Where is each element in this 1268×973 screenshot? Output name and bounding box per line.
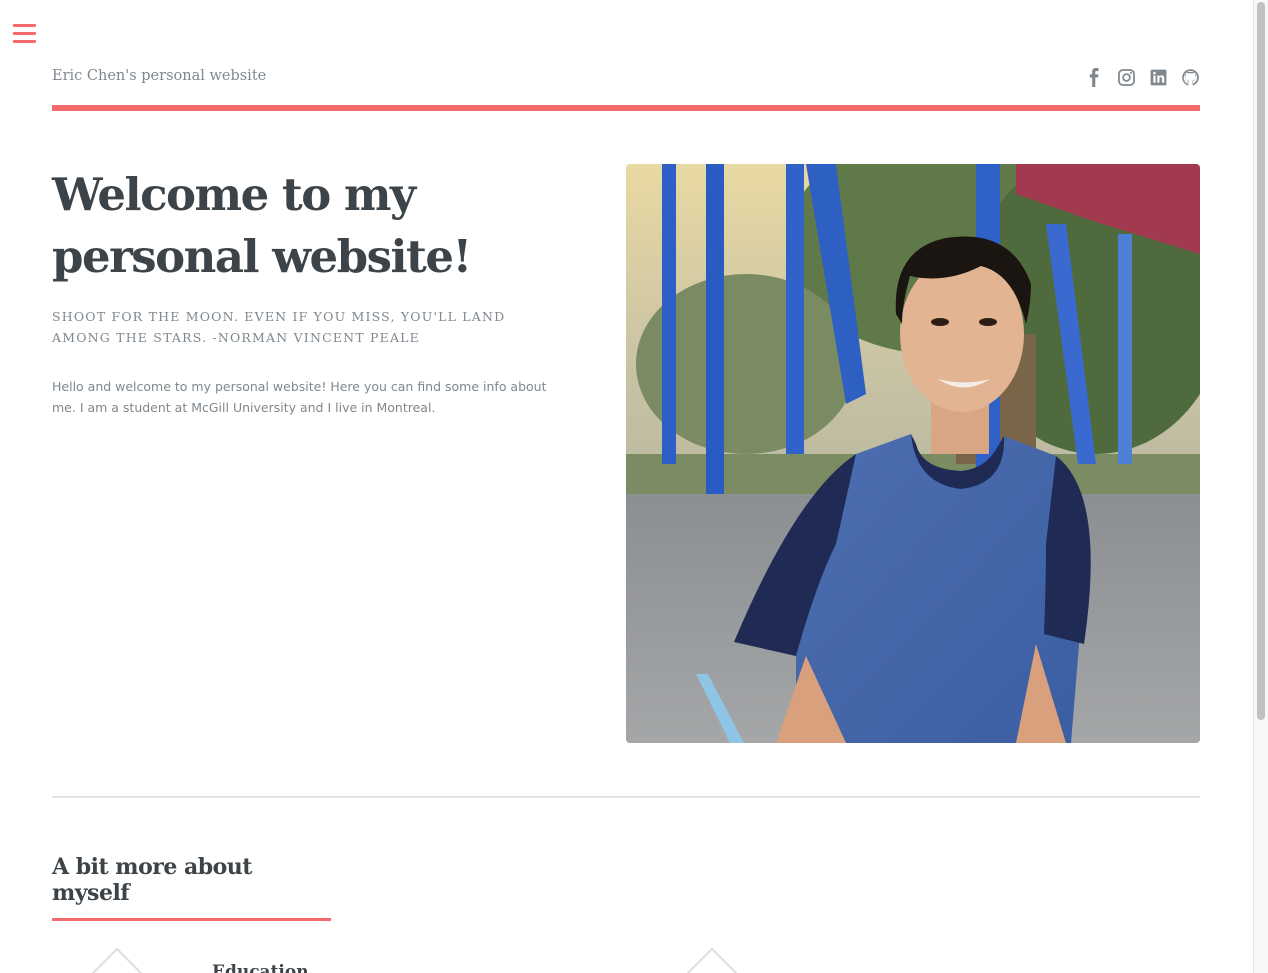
page-title: Welcome to my personal website! xyxy=(52,164,572,288)
menu-icon-bar xyxy=(13,40,36,43)
site-header: Eric Chen's personal website xyxy=(52,0,1200,111)
education-diamond-icon xyxy=(82,948,152,973)
banner-section: Welcome to my personal website! Shoot fo… xyxy=(52,164,1200,744)
instagram-icon[interactable] xyxy=(1117,68,1136,87)
menu-toggle-button[interactable] xyxy=(13,24,36,46)
page-title-line2: personal website! xyxy=(52,230,472,283)
linkedin-icon[interactable] xyxy=(1149,68,1168,87)
main-content: Eric Chen's personal website Welcome to … xyxy=(52,0,1200,973)
facebook-icon[interactable] xyxy=(1085,68,1104,87)
page-title-line1: Welcome to my xyxy=(52,168,416,221)
banner-content: Welcome to my personal website! Shoot fo… xyxy=(52,164,572,418)
portrait-photo xyxy=(626,164,1200,743)
site-title-link[interactable]: Eric Chen's personal website xyxy=(52,68,266,84)
page-scrollbar[interactable] xyxy=(1253,0,1268,973)
banner-intro: Hello and welcome to my personal website… xyxy=(52,379,547,415)
feature-diamond-icon xyxy=(677,948,747,973)
section-divider xyxy=(52,796,1200,798)
menu-icon-bar xyxy=(13,32,36,35)
menu-icon-bar xyxy=(13,24,36,27)
about-section-title: A bit more about myself xyxy=(52,854,331,921)
github-icon[interactable] xyxy=(1181,68,1200,87)
feature-label-education: Education xyxy=(212,962,309,973)
banner-quote: Shoot for the moon. Even if you miss, yo… xyxy=(52,309,506,345)
social-icons xyxy=(1085,68,1200,87)
features-row: Education xyxy=(52,948,1200,973)
scrollbar-thumb[interactable] xyxy=(1257,2,1265,720)
